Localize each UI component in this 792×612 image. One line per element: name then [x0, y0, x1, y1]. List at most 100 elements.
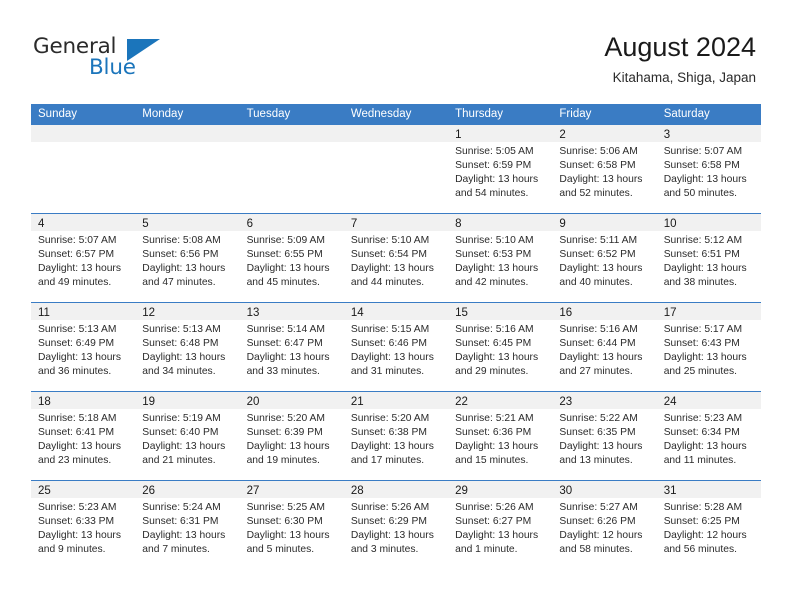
- calendar-day-cell[interactable]: 6 Sunrise: 5:09 AM Sunset: 6:55 PM Daylight…: [239, 214, 344, 302]
- calendar-day-cell[interactable]: 31 Sunrise: 5:28 AM Sunset: 6:25 PM Dayligh…: [656, 481, 761, 569]
- day-number-band: 19: [135, 392, 240, 409]
- calendar-day-cell[interactable]: 9 Sunrise: 5:11 AM Sunset: 6:52 PM Daylight…: [552, 214, 657, 302]
- calendar-day-cell[interactable]: 15 Sunrise: 5:16 AM Sunset: 6:45 PM Dayligh…: [448, 303, 553, 391]
- title-block: August 2024 Kitahama, Shiga, Japan: [604, 30, 756, 88]
- calendar-day-cell[interactable]: 20 Sunrise: 5:20 AM Sunset: 6:39 PM Dayligh…: [239, 392, 344, 480]
- daylight-text-line2: and 3 minutes.: [350, 544, 419, 556]
- day-number-band: 3: [656, 125, 761, 142]
- sunset-text: Sunset: 6:26 PM: [559, 516, 636, 528]
- calendar-day-cell[interactable]: 16 Sunrise: 5:16 AM Sunset: 6:44 PM Dayligh…: [552, 303, 657, 391]
- sunset-text: Sunset: 6:41 PM: [38, 427, 115, 439]
- day-number-band: 30: [552, 481, 657, 498]
- calendar-page: General Blue August 2024 Kitahama, Shiga…: [0, 0, 792, 612]
- day-sun-info: Sunrise: 5:15 AM Sunset: 6:46 PM Daylight:…: [344, 320, 448, 379]
- calendar-day-cell[interactable]: 4 Sunrise: 5:07 AM Sunset: 6:57 PM Daylight…: [31, 214, 136, 302]
- calendar-day-cell[interactable]: 2 Sunrise: 5:06 AM Sunset: 6:58 PM Daylight…: [552, 125, 657, 213]
- calendar-day-cell[interactable]: 21 Sunrise: 5:20 AM Sunset: 6:38 PM Dayligh…: [343, 392, 449, 480]
- calendar-day-cell[interactable]: 18 Sunrise: 5:18 AM Sunset: 6:41 PM Dayligh…: [31, 392, 136, 480]
- day-sun-info: Sunrise: 5:11 AM Sunset: 6:52 PM Daylight:…: [552, 231, 656, 290]
- day-number: 7: [350, 218, 358, 230]
- day-sun-info: Sunrise: 5:05 AM Sunset: 6:59 PM Daylight:…: [448, 142, 552, 201]
- sunrise-text: Sunrise: 5:07 AM: [663, 146, 743, 157]
- calendar-day-cell[interactable]: 13 Sunrise: 5:14 AM Sunset: 6:47 PM Dayligh…: [239, 303, 344, 391]
- calendar-day-cell[interactable]: 7 Sunrise: 5:10 AM Sunset: 6:54 PM Daylight…: [343, 214, 449, 302]
- calendar-day-cell[interactable]: 8 Sunrise: 5:10 AM Sunset: 6:53 PM Daylight…: [448, 214, 553, 302]
- sunset-text: Sunset: 6:38 PM: [350, 427, 427, 439]
- page-title: August 2024: [604, 32, 756, 62]
- day-sun-info: Sunrise: 5:12 AM Sunset: 6:51 PM Daylight:…: [657, 231, 761, 290]
- day-sun-info: Sunrise: 5:26 AM Sunset: 6:27 PM Daylight:…: [448, 498, 552, 557]
- day-sun-info: [344, 142, 448, 145]
- calendar-day-cell[interactable]: 10 Sunrise: 5:12 AM Sunset: 6:51 PM Dayligh…: [656, 214, 761, 302]
- sunset-text: Sunset: 6:44 PM: [559, 338, 636, 350]
- calendar-day-cell[interactable]: 5 Sunrise: 5:08 AM Sunset: 6:56 PM Daylight…: [135, 214, 240, 302]
- daylight-text-line1: Daylight: 12 hours: [663, 530, 747, 542]
- sunset-text: Sunset: 6:25 PM: [663, 516, 740, 528]
- day-number: 1: [455, 129, 462, 141]
- calendar-day-cell[interactable]: 19 Sunrise: 5:19 AM Sunset: 6:40 PM Dayligh…: [135, 392, 240, 480]
- calendar-week-row: 4 Sunrise: 5:07 AM Sunset: 6:57 PM Daylight…: [31, 213, 761, 302]
- daylight-text-line1: Daylight: 13 hours: [663, 441, 747, 453]
- calendar-day-cell[interactable]: 29 Sunrise: 5:26 AM Sunset: 6:27 PM Dayligh…: [448, 481, 553, 569]
- daylight-text-line1: Daylight: 13 hours: [559, 263, 643, 275]
- day-number-band: 25: [31, 481, 136, 498]
- general-blue-logo[interactable]: General Blue: [33, 34, 163, 86]
- daylight-text-line1: Daylight: 13 hours: [663, 352, 747, 364]
- day-number-band: 2: [552, 125, 657, 142]
- sunrise-text: Sunrise: 5:26 AM: [350, 502, 430, 513]
- sunrise-text: Sunrise: 5:11 AM: [559, 235, 638, 246]
- daylight-text-line1: Daylight: 13 hours: [350, 530, 434, 542]
- day-number-band: 12: [135, 303, 240, 320]
- day-number-band: 20: [239, 392, 344, 409]
- sunset-text: Sunset: 6:59 PM: [455, 160, 532, 172]
- day-number: 17: [663, 307, 677, 319]
- daylight-text-line2: and 21 minutes.: [142, 455, 216, 467]
- daylight-text-line1: Daylight: 13 hours: [142, 441, 226, 453]
- sunrise-text: Sunrise: 5:16 AM: [559, 324, 638, 335]
- calendar-day-cell[interactable]: 26 Sunrise: 5:24 AM Sunset: 6:31 PM Dayligh…: [135, 481, 240, 569]
- day-sun-info: Sunrise: 5:13 AM Sunset: 6:48 PM Daylight:…: [135, 320, 239, 379]
- sunset-text: Sunset: 6:47 PM: [246, 338, 323, 350]
- daylight-text-line1: Daylight: 13 hours: [455, 263, 539, 275]
- calendar-day-cell[interactable]: 23 Sunrise: 5:22 AM Sunset: 6:35 PM Dayligh…: [552, 392, 657, 480]
- logo-text-blue: Blue: [89, 55, 136, 80]
- calendar-day-cell[interactable]: 3 Sunrise: 5:07 AM Sunset: 6:58 PM Daylight…: [656, 125, 761, 213]
- daylight-text-line2: and 27 minutes.: [559, 366, 633, 378]
- calendar-day-cell[interactable]: 24 Sunrise: 5:23 AM Sunset: 6:34 PM Dayligh…: [656, 392, 761, 480]
- day-sun-info: Sunrise: 5:19 AM Sunset: 6:40 PM Daylight:…: [135, 409, 239, 468]
- sunset-text: Sunset: 6:49 PM: [38, 338, 115, 350]
- daylight-text-line2: and 56 minutes.: [663, 544, 737, 556]
- sunrise-text: Sunrise: 5:14 AM: [246, 324, 325, 335]
- calendar-day-cell[interactable]: 11 Sunrise: 5:13 AM Sunset: 6:49 PM Dayligh…: [31, 303, 136, 391]
- day-number: 8: [455, 218, 462, 230]
- day-number: 22: [455, 396, 468, 408]
- calendar-day-cell[interactable]: 12 Sunrise: 5:13 AM Sunset: 6:48 PM Dayligh…: [135, 303, 240, 391]
- calendar-day-cell[interactable]: 28 Sunrise: 5:26 AM Sunset: 6:29 PM Dayligh…: [343, 481, 449, 569]
- day-number: 10: [663, 218, 677, 230]
- daylight-text-line2: and 36 minutes.: [38, 366, 112, 378]
- sunrise-text: Sunrise: 5:17 AM: [663, 324, 743, 335]
- day-number-band: 13: [239, 303, 344, 320]
- calendar-day-cell[interactable]: 22 Sunrise: 5:21 AM Sunset: 6:36 PM Dayligh…: [448, 392, 553, 480]
- sunset-text: Sunset: 6:53 PM: [455, 249, 532, 261]
- sunrise-text: Sunrise: 5:21 AM: [455, 413, 534, 424]
- calendar-week-row: 25 Sunrise: 5:23 AM Sunset: 6:33 PM Dayligh…: [31, 480, 761, 569]
- daylight-text-line2: and 52 minutes.: [559, 188, 633, 200]
- daylight-text-line1: Daylight: 13 hours: [350, 441, 434, 453]
- calendar-day-cell[interactable]: 25 Sunrise: 5:23 AM Sunset: 6:33 PM Dayligh…: [31, 481, 136, 569]
- day-sun-info: Sunrise: 5:25 AM Sunset: 6:30 PM Daylight:…: [240, 498, 344, 557]
- day-number: 30: [559, 485, 573, 497]
- calendar-day-cell[interactable]: 14 Sunrise: 5:15 AM Sunset: 6:46 PM Dayligh…: [343, 303, 449, 391]
- sunrise-text: Sunrise: 5:28 AM: [663, 502, 743, 513]
- sunrise-text: Sunrise: 5:27 AM: [559, 502, 638, 513]
- day-number-band: 26: [135, 481, 240, 498]
- calendar-day-cell[interactable]: 27 Sunrise: 5:25 AM Sunset: 6:30 PM Dayligh…: [239, 481, 344, 569]
- calendar-day-cell[interactable]: 17 Sunrise: 5:17 AM Sunset: 6:43 PM Dayligh…: [656, 303, 761, 391]
- day-sun-info: Sunrise: 5:23 AM Sunset: 6:34 PM Daylight:…: [657, 409, 761, 468]
- daylight-text-line2: and 15 minutes.: [455, 455, 529, 467]
- weekday-header-saturday: Saturday: [663, 108, 710, 120]
- calendar-day-cell[interactable]: 30 Sunrise: 5:27 AM Sunset: 6:26 PM Dayligh…: [552, 481, 657, 569]
- calendar-day-cell-empty: [343, 125, 449, 213]
- weekday-header-sunday: Sunday: [38, 108, 78, 120]
- calendar-day-cell[interactable]: 1 Sunrise: 5:05 AM Sunset: 6:59 PM Daylight…: [448, 125, 553, 213]
